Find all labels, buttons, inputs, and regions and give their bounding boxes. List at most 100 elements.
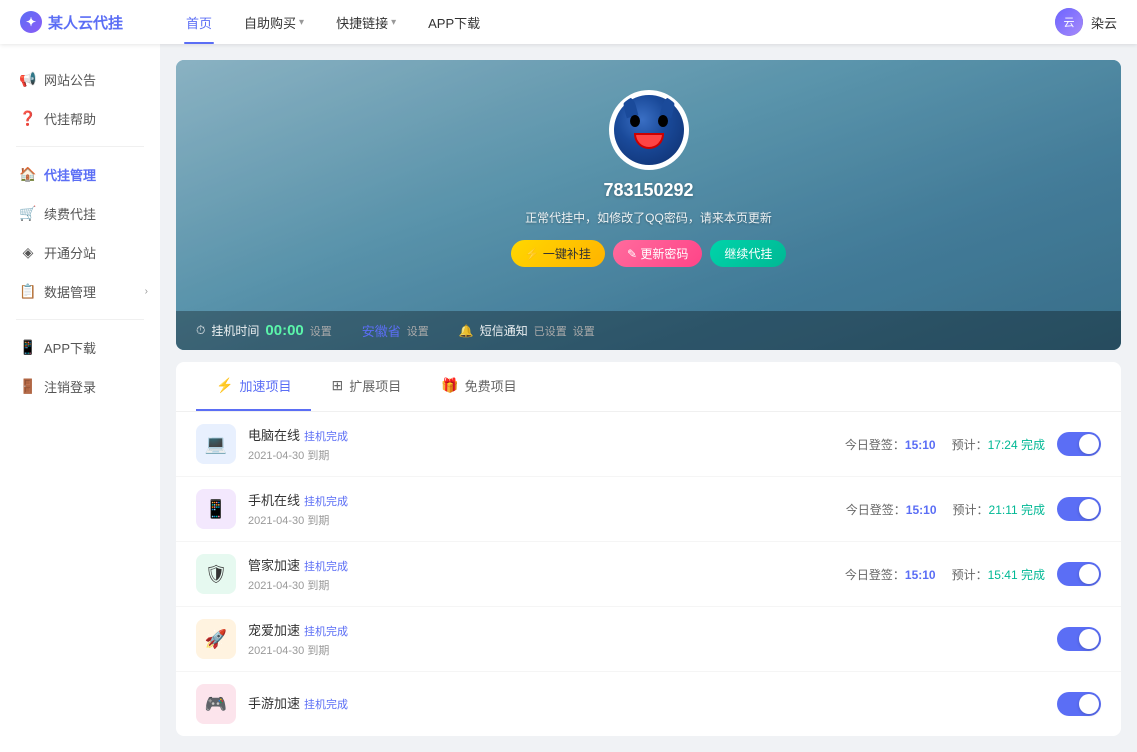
sidebar-item-renew[interactable]: 🛒 续费代挂 [0, 194, 160, 233]
item-row: 🛡 管家加速挂机完成 2021-04-30 到期 今日登签：15:10 预计：15:… [176, 542, 1121, 607]
renew-button[interactable]: ⚡ 一键补挂 [511, 240, 605, 267]
toggle-mobile-online[interactable] [1057, 497, 1101, 521]
sidebar-item-branch[interactable]: ◈ 开通分站 [0, 233, 160, 272]
item-row: 💻电脑在线挂机完成2021-04-30 到期 今日登签：15:10 预计：17:… [176, 412, 1121, 477]
logo[interactable]: ✦ 某人云代挂 [20, 11, 140, 33]
predict-label: 预计：15:41 完成 [952, 566, 1045, 583]
item-icon-mobile-online: 📱 [196, 489, 236, 529]
province-set-button[interactable]: 设置 [407, 323, 429, 339]
change-password-button[interactable]: ✎ 更新密码 [613, 240, 702, 267]
time-set-button[interactable]: 设置 [310, 323, 332, 339]
toggle-pc-online[interactable] [1057, 432, 1101, 456]
status-notify: 🔔 短信通知 已设置 设置 [459, 322, 595, 339]
clock-icon: ⏱ [196, 323, 205, 338]
free-tab-icon: 🎁 [441, 377, 458, 394]
nav-app[interactable]: APP下载 [412, 0, 496, 44]
sidebar-item-announcement[interactable]: 📢 网站公告 [0, 60, 160, 99]
tab-extend[interactable]: ⊞ 扩展项目 [311, 362, 421, 411]
stitch-eye-right [658, 115, 668, 127]
logout-icon: 🚪 [20, 379, 36, 395]
item-icon-pet-boost: 🚀 [196, 619, 236, 659]
time-value: 00:00 [265, 322, 303, 339]
item-info-mobile-online: 手机在线挂机完成2021-04-30 到期 [248, 490, 834, 528]
item-date-mobile-online: 2021-04-30 到期 [248, 512, 834, 528]
item-date-pc-online: 2021-04-30 到期 [248, 447, 833, 463]
page-layout: 📢 网站公告 ❓ 代挂帮助 🏠 代挂管理 🛒 续费代挂 ◈ 开通分站 [0, 44, 1137, 752]
sidebar-item-manage[interactable]: 🏠 代挂管理 [0, 155, 160, 194]
item-info-guardian-boost: 管家加速挂机完成 2021-04-30 到期 [248, 555, 833, 593]
sidebar-item-help[interactable]: ❓ 代挂帮助 [0, 99, 160, 138]
status-province: 安徽省 设置 [362, 321, 429, 340]
logo-text: 某人云代挂 [48, 12, 123, 33]
profile-avatar [614, 95, 684, 165]
province-value: 安徽省 [362, 321, 401, 340]
profile-actions: ⚡ 一键补挂 ✎ 更新密码 继续代挂 [511, 240, 787, 267]
sidebar-section-manage: 🏠 代挂管理 🛒 续费代挂 ◈ 开通分站 📋 数据管理 › [0, 155, 160, 311]
item-icon-pc-online: 💻 [196, 424, 236, 464]
item-title-mobile-game: 手游加速挂机完成 [248, 693, 1033, 712]
renew-icon: 🛒 [20, 206, 36, 222]
nav-links[interactable]: 快捷链接 ▾ [320, 0, 412, 44]
sidebar-item-app[interactable]: 📱 APP下载 [0, 328, 160, 367]
tab-boost[interactable]: ⚡ 加速项目 [196, 362, 311, 411]
item-date-pet-boost: 2021-04-30 到期 [248, 642, 1033, 658]
toggle-guardian-boost[interactable] [1057, 562, 1101, 586]
continue-button[interactable]: 继续代挂 [710, 240, 786, 267]
profile-user-id: 783150292 [603, 180, 693, 201]
toggle-mobile-game[interactable] [1057, 692, 1101, 716]
expand-arrow-icon: › [145, 286, 148, 297]
item-list: 💻电脑在线挂机完成2021-04-30 到期 今日登签：15:10 预计：17:… [176, 412, 1121, 736]
help-icon: ❓ [20, 111, 36, 127]
stitch-mouth [634, 133, 664, 149]
nav-buy-arrow: ▾ [299, 17, 304, 28]
nav-home[interactable]: 首页 [170, 0, 228, 44]
item-stats-mobile-online: 今日登签：15:10 预计：21:11 完成 [846, 501, 1045, 518]
nav-buy[interactable]: 自助购买 ▾ [228, 0, 320, 44]
item-row: 📱 手机在线挂机完成2021-04-30 到期 今日登签：15:10 预计：21:… [176, 477, 1121, 542]
predict-label: 预计：21:11 完成 [953, 501, 1046, 518]
nav-links-arrow: ▾ [391, 17, 396, 28]
toggle-pet-boost[interactable] [1057, 627, 1101, 651]
user-menu[interactable]: 云 染云 [1055, 8, 1117, 36]
sidebar-item-logout[interactable]: 🚪 注销登录 [0, 367, 160, 406]
sidebar-section-bottom: 📱 APP下载 🚪 注销登录 [0, 328, 160, 406]
sidebar-divider-1 [16, 146, 144, 147]
today-label: 今日登签：15:10 [846, 501, 937, 518]
banner-content: 783150292 正常代挂中，如修改了QQ密码，请来本页更新 ⚡ 一键补挂 ✎… [176, 60, 1121, 287]
today-label: 今日登签：15:10 [845, 566, 936, 583]
item-icon-guardian-boost: 🛡 [196, 554, 236, 594]
notify-status: 已设置 [534, 323, 567, 339]
status-banner: ⏱ 挂机时间 00:00 设置 安徽省 设置 🔔 短信通知 已设置 设置 [176, 311, 1121, 350]
main-nav: 首页 自助购买 ▾ 快捷链接 ▾ APP下载 [170, 0, 1055, 44]
main-content: 783150292 正常代挂中，如修改了QQ密码，请来本页更新 ⚡ 一键补挂 ✎… [160, 44, 1137, 752]
extend-tab-icon: ⊞ [331, 377, 343, 394]
item-row: 🎮 手游加速挂机完成 [176, 672, 1121, 736]
item-title-pet-boost: 宠爱加速挂机完成 [248, 620, 1033, 639]
item-title-guardian-boost: 管家加速挂机完成 [248, 555, 833, 574]
profile-status-text: 正常代挂中，如修改了QQ密码，请来本页更新 [525, 209, 772, 226]
boost-tab-icon: ⚡ [216, 377, 233, 394]
status-time: ⏱ 挂机时间 00:00 设置 [196, 322, 332, 339]
tab-free[interactable]: 🎁 免费项目 [421, 362, 536, 411]
sidebar: 📢 网站公告 ❓ 代挂帮助 🏠 代挂管理 🛒 续费代挂 ◈ 开通分站 [0, 44, 160, 752]
user-name: 染云 [1091, 13, 1117, 32]
header: ✦ 某人云代挂 首页 自助购买 ▾ 快捷链接 ▾ APP下载 云 染云 [0, 0, 1137, 44]
item-info-pet-boost: 宠爱加速挂机完成 2021-04-30 到期 [248, 620, 1033, 658]
notify-set-button[interactable]: 设置 [573, 323, 595, 339]
app-icon: 📱 [20, 340, 36, 356]
data-icon: 📋 [20, 284, 36, 300]
logo-icon: ✦ [20, 11, 42, 33]
item-date-guardian-boost: 2021-04-30 到期 [248, 577, 833, 593]
sidebar-section-top: 📢 网站公告 ❓ 代挂帮助 [0, 60, 160, 138]
sidebar-item-data[interactable]: 📋 数据管理 › [0, 272, 160, 311]
stitch-eye-left [630, 115, 640, 127]
sidebar-divider-2 [16, 319, 144, 320]
item-icon-mobile-game: 🎮 [196, 684, 236, 724]
tabs-header: ⚡ 加速项目 ⊞ 扩展项目 🎁 免费项目 [176, 362, 1121, 412]
tabs-section: ⚡ 加速项目 ⊞ 扩展项目 🎁 免费项目 💻电脑在线挂机完成2021-04-30… [176, 362, 1121, 736]
today-label: 今日登签：15:10 [845, 436, 936, 453]
branch-icon: ◈ [20, 245, 36, 261]
predict-label: 预计：17:24 完成 [952, 436, 1045, 453]
item-info-mobile-game: 手游加速挂机完成 [248, 693, 1033, 715]
home-icon: 🏠 [20, 167, 36, 183]
